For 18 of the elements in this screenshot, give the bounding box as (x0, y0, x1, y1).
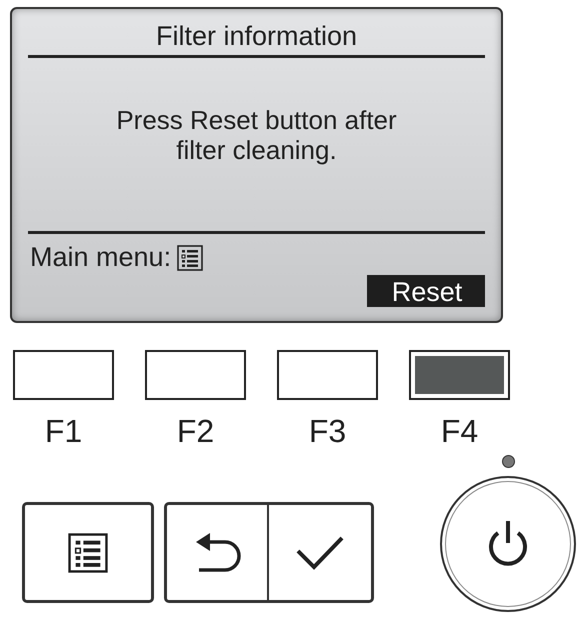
screen-message: Press Reset button after filter cleaning. (115, 104, 398, 164)
menu-icon (68, 532, 108, 572)
function-key-label: F1 (44, 413, 82, 450)
menu-icon (177, 244, 204, 270)
function-key[interactable] (277, 350, 378, 400)
function-key[interactable] (13, 350, 114, 400)
function-key[interactable] (145, 350, 246, 400)
screen-title: Filter information (154, 20, 358, 53)
footer-label: Main menu: (30, 242, 172, 273)
soft-key-label: Reset (367, 275, 485, 307)
function-key[interactable] (409, 350, 510, 400)
back-button[interactable] (164, 502, 269, 603)
function-key-label: F4 (440, 413, 478, 450)
function-key-label: F3 (308, 413, 346, 450)
check-icon (295, 534, 345, 570)
menu-button[interactable] (22, 502, 154, 603)
function-key-label: F2 (176, 413, 214, 450)
confirm-button[interactable] (269, 502, 374, 603)
